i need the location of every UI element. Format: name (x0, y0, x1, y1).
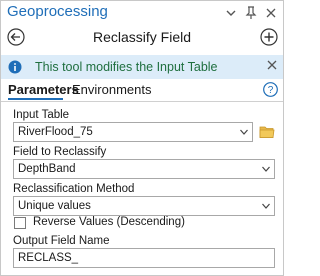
method-label: Reclassification Method (13, 183, 135, 195)
chevron-down-icon (240, 129, 248, 135)
chevron-down-icon[interactable] (223, 5, 239, 21)
pane-titlebar: Geoprocessing (1, 1, 283, 25)
input-table-select[interactable]: RiverFlood_75 (13, 122, 253, 142)
output-field-value: RECLASS_ (18, 252, 79, 264)
chevron-down-icon (262, 203, 270, 209)
info-banner: This tool modifies the Input Table (1, 55, 283, 79)
add-circle-icon[interactable] (260, 28, 278, 46)
reverse-values-label: Reverse Values (Descending) (33, 216, 185, 228)
info-message: This tool modifies the Input Table (35, 60, 218, 74)
close-icon[interactable] (265, 59, 279, 73)
tab-bar: Parameters Environments ? (1, 81, 283, 101)
field-label: Field to Reclassify (13, 146, 107, 158)
folder-icon[interactable] (259, 125, 275, 139)
method-value: Unique values (18, 200, 91, 212)
reverse-values-checkbox[interactable] (14, 217, 26, 229)
tab-parameters[interactable]: Parameters (8, 82, 79, 97)
method-select[interactable]: Unique values (13, 196, 275, 216)
close-icon[interactable] (263, 5, 279, 21)
field-select[interactable]: DepthBand (13, 159, 275, 179)
input-table-value: RiverFlood_75 (18, 126, 93, 138)
output-field-input[interactable]: RECLASS_ (13, 248, 275, 268)
svg-text:?: ? (268, 85, 274, 96)
pane-title: Geoprocessing (7, 3, 108, 20)
tool-header: Reclassify Field (1, 25, 283, 51)
output-field-label: Output Field Name (13, 235, 110, 247)
tab-environments[interactable]: Environments (72, 82, 151, 97)
tool-title: Reclassify Field (92, 29, 192, 45)
geoprocessing-pane: Geoprocessing Reclassify Field This tool… (0, 0, 284, 276)
field-value: DepthBand (18, 163, 76, 175)
tab-divider (1, 101, 283, 102)
info-icon (8, 60, 22, 74)
input-table-label: Input Table (13, 109, 70, 121)
chevron-down-icon (262, 166, 270, 172)
help-icon[interactable]: ? (263, 82, 278, 97)
active-tab-indicator (8, 98, 63, 100)
pin-icon[interactable] (243, 5, 259, 21)
